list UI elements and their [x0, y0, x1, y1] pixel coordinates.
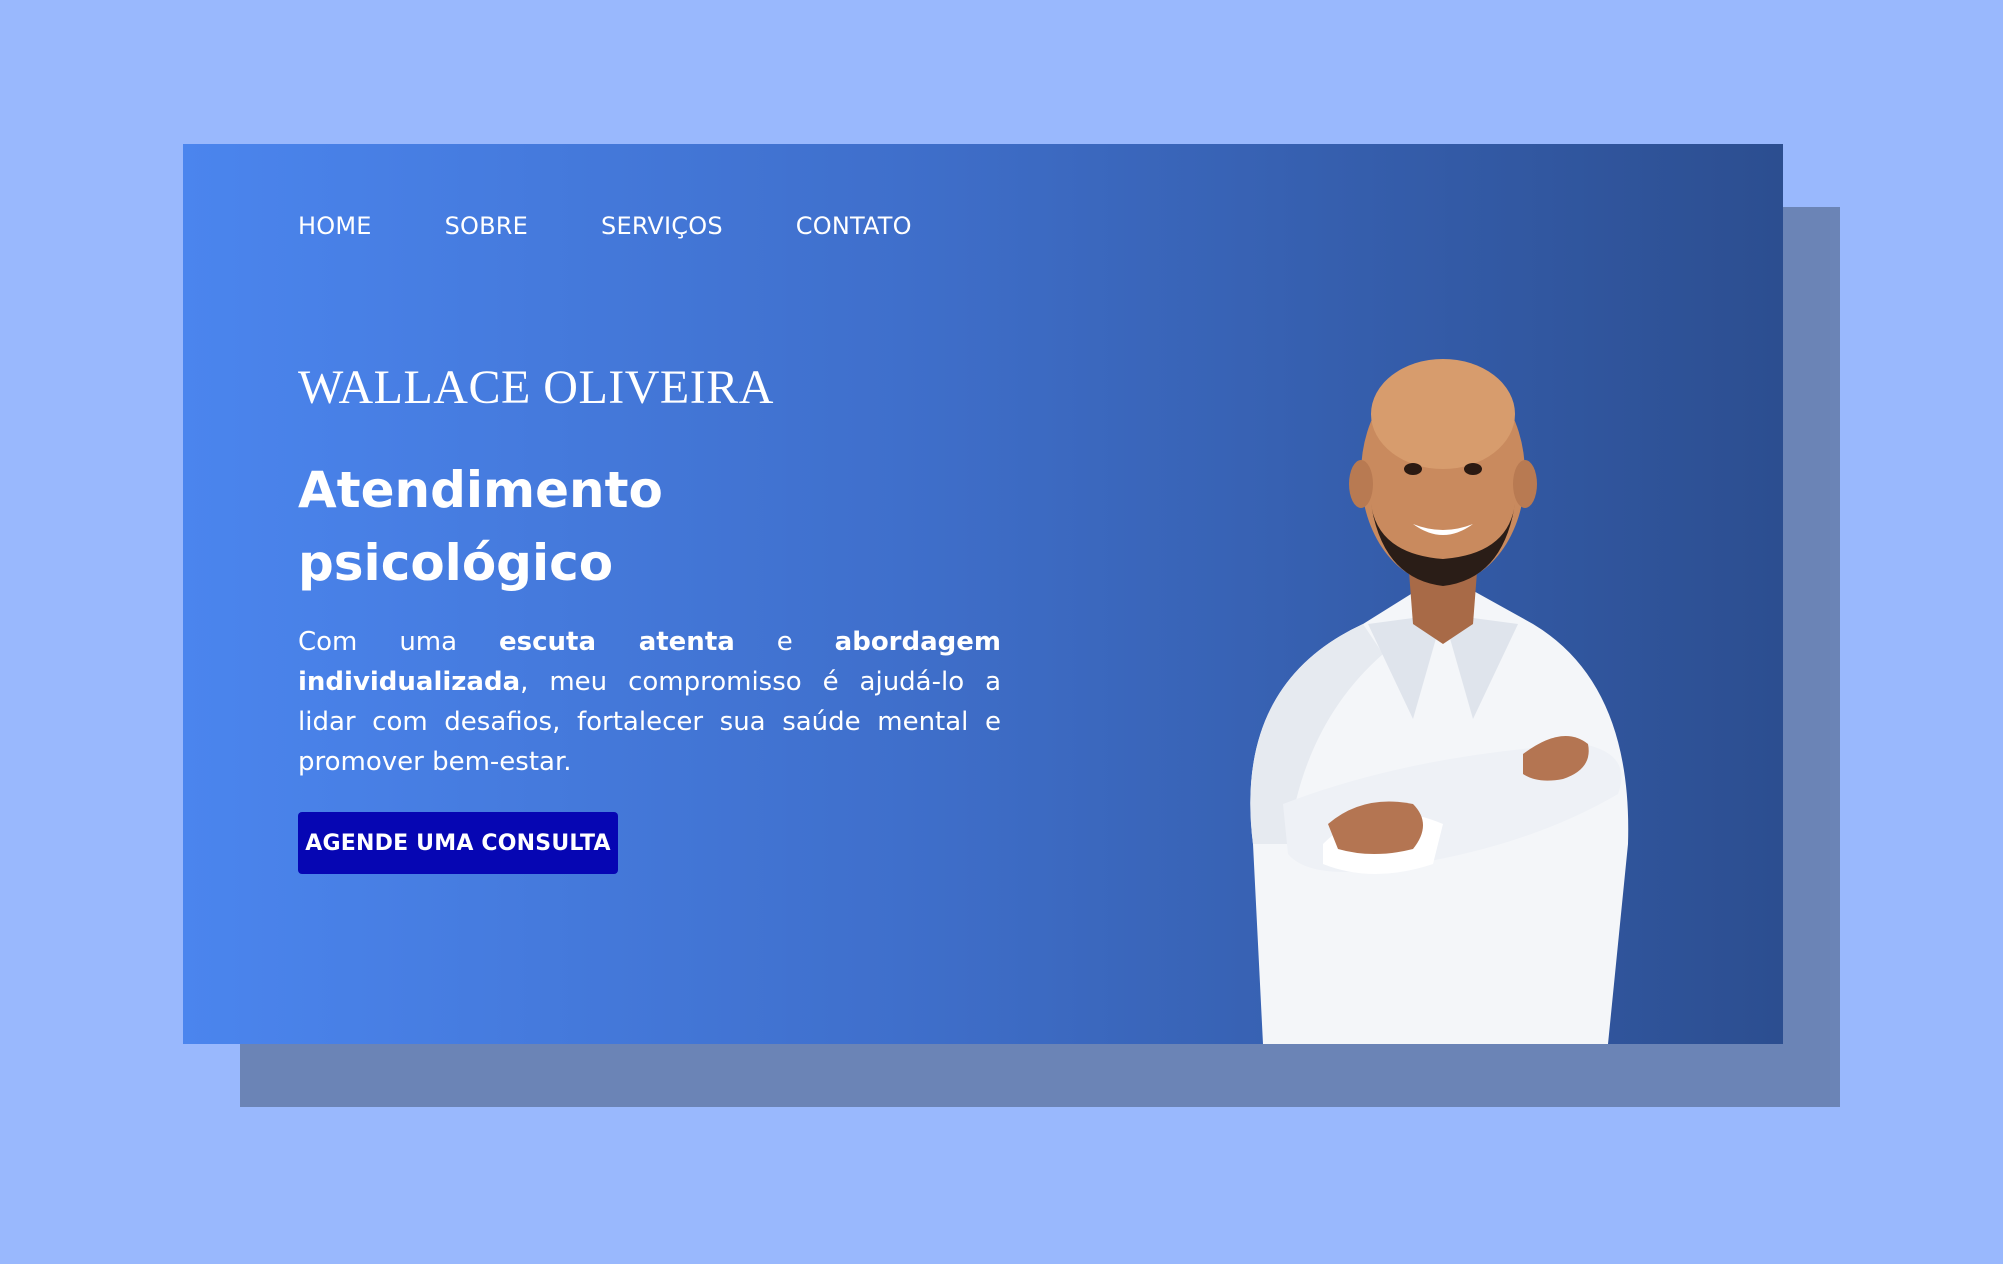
hero-section: HOME SOBRE SERVIÇOS CONTATO WALLACE OLIV…: [183, 144, 1783, 1044]
main-nav: HOME SOBRE SERVIÇOS CONTATO: [298, 212, 912, 240]
nav-item-servicos[interactable]: SERVIÇOS: [601, 212, 723, 240]
intro-emphasis: escuta atenta: [498, 627, 735, 657]
intro-text-part: e: [734, 627, 835, 657]
person-photo-icon: [1250, 359, 1629, 1044]
schedule-consultation-button[interactable]: AGENDE UMA CONSULTA: [298, 812, 618, 874]
hero-intro-text: Com uma escuta atenta e abordagem indivi…: [298, 622, 1001, 782]
intro-text-part: Com uma: [298, 627, 499, 657]
professional-name: WALLACE OLIVEIRA: [298, 361, 774, 414]
hero-headline: Atendimento psicológico: [298, 461, 663, 592]
nav-item-contato[interactable]: CONTATO: [796, 212, 912, 240]
nav-item-sobre[interactable]: SOBRE: [445, 212, 528, 240]
nav-item-home[interactable]: HOME: [298, 212, 372, 240]
